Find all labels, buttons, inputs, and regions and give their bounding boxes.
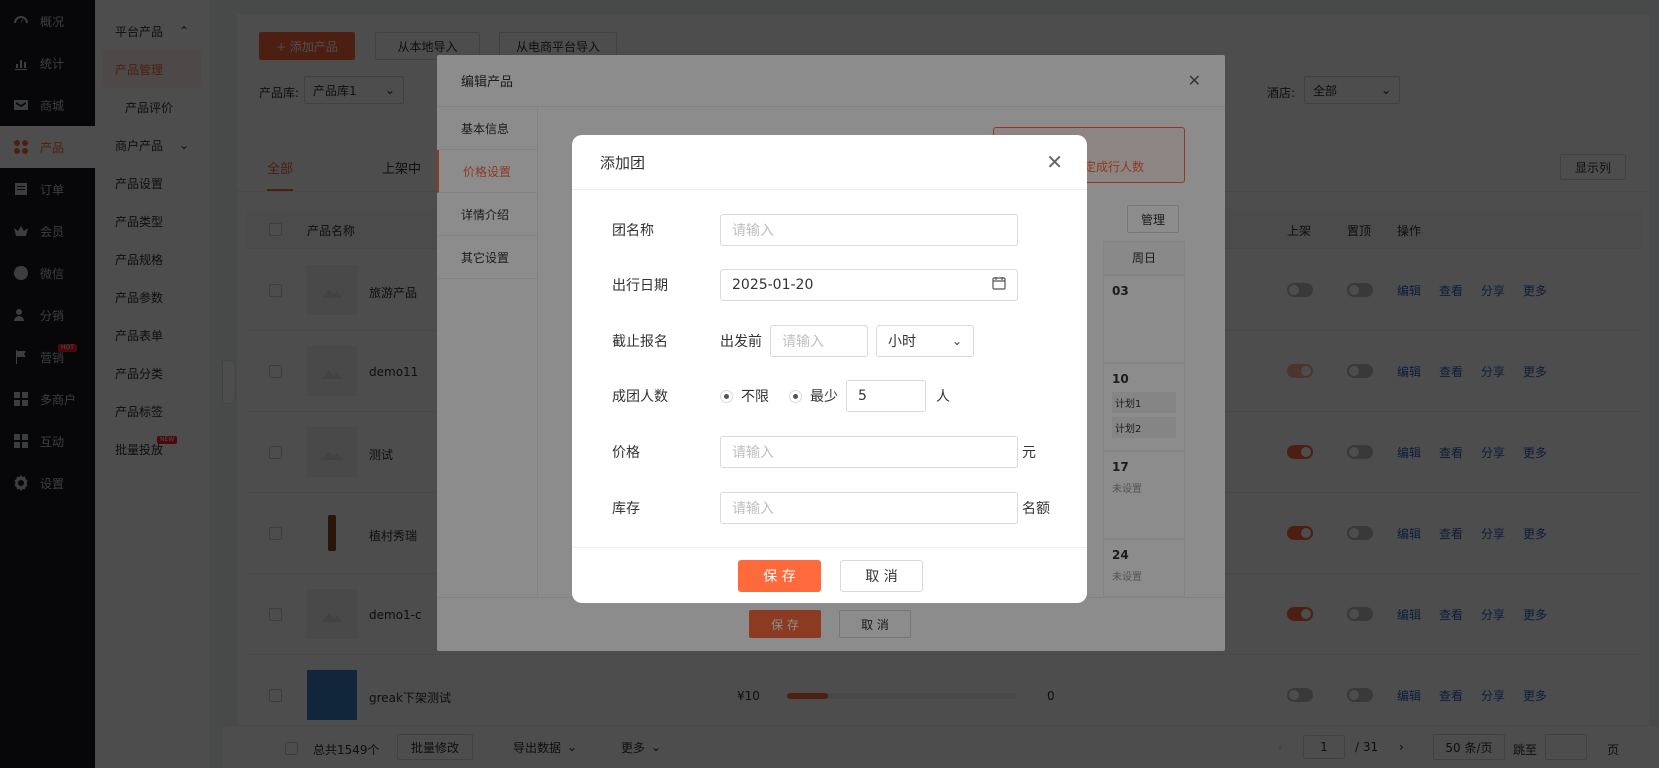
add-group-footer: 保 存 取 消 — [572, 547, 1087, 603]
deadline-prefix: 出发前 — [720, 334, 762, 350]
deadline-label: 截止报名 — [612, 334, 668, 350]
app-root: 概况 统计 商城 产品 订单 会员 微信 分销 营销 HOT 多商户 互动 设置 … — [0, 0, 1659, 768]
stock-unit: 名额 — [1022, 501, 1050, 517]
price-row: 价格 请输入 元 — [612, 436, 1036, 468]
min-people-row: 成团人数 不限 最少 5 人 — [612, 380, 950, 412]
group-save-button[interactable]: 保 存 — [738, 560, 821, 592]
group-name-row: 团名称 请输入 — [612, 214, 1018, 246]
deadline-row: 截止报名 出发前 请输入 小时 ⌄ — [612, 325, 974, 357]
add-group-header: 添加团 ✕ — [572, 135, 1087, 190]
chevron-down-icon: ⌄ — [951, 334, 962, 348]
price-unit: 元 — [1022, 445, 1036, 461]
deadline-unit-select[interactable]: 小时 ⌄ — [876, 325, 974, 357]
travel-date-picker[interactable]: 2025-01-20 — [720, 269, 1018, 301]
unlimited-radio[interactable] — [720, 389, 733, 403]
travel-date-label: 出行日期 — [612, 278, 668, 294]
stock-label: 库存 — [612, 501, 640, 517]
min-people-input[interactable]: 5 — [846, 380, 926, 412]
calendar-icon — [992, 276, 1006, 294]
min-label[interactable]: 最少 — [810, 386, 838, 406]
add-group-modal: 添加团 ✕ 团名称 请输入 出行日期 2025-01-20 截止报名 出发前 请输… — [572, 135, 1087, 603]
deadline-hours-input[interactable]: 请输入 — [770, 325, 868, 357]
close-icon[interactable]: ✕ — [1046, 150, 1063, 174]
stock-input[interactable]: 请输入 — [720, 492, 1018, 524]
min-radio[interactable] — [789, 389, 802, 403]
min-people-label: 成团人数 — [612, 389, 668, 405]
group-name-input[interactable]: 请输入 — [720, 214, 1018, 246]
travel-date-row: 出行日期 2025-01-20 — [612, 269, 1018, 301]
price-label: 价格 — [612, 445, 640, 461]
price-input[interactable]: 请输入 — [720, 436, 1018, 468]
group-name-label: 团名称 — [612, 223, 654, 239]
group-cancel-button[interactable]: 取 消 — [840, 560, 923, 592]
stock-row: 库存 请输入 名额 — [612, 492, 1050, 524]
deadline-unit-value: 小时 — [888, 334, 916, 350]
unlimited-label[interactable]: 不限 — [741, 386, 769, 406]
travel-date-value: 2025-01-20 — [732, 277, 814, 293]
min-people-unit: 人 — [936, 389, 950, 405]
add-group-title: 添加团 — [600, 153, 646, 172]
